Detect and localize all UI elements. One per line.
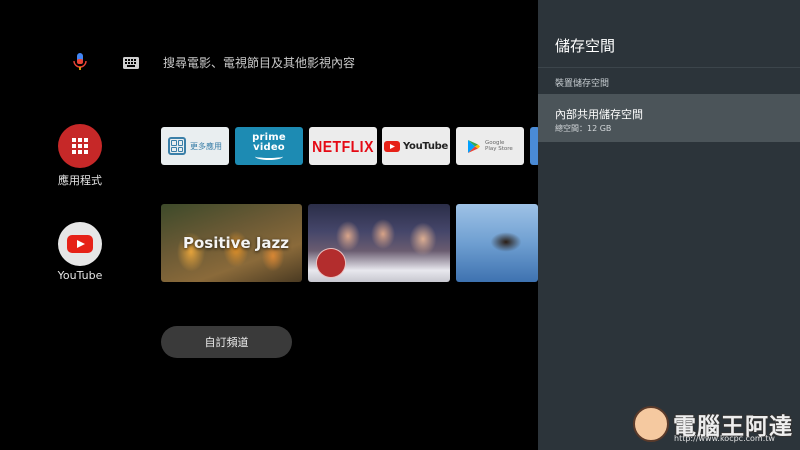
- search-placeholder[interactable]: 搜尋電影、電視節目及其他影視內容: [163, 54, 355, 71]
- internal-storage-title: 內部共用儲存空間: [555, 108, 643, 121]
- watermark-url: http://www.kocpc.com.tw: [674, 434, 775, 443]
- customize-channels-button[interactable]: 自訂頻道: [161, 326, 292, 358]
- prime-video-label: prime video: [252, 131, 286, 153]
- microphone-icon: [73, 53, 87, 70]
- apps-button[interactable]: [58, 124, 102, 168]
- apps-label: 應用程式: [58, 174, 102, 187]
- keyboard-icon: [123, 57, 139, 69]
- show-badge-logo: [312, 244, 350, 282]
- positive-jazz-title: Positive Jazz: [183, 234, 290, 252]
- youtube-label: YouTube: [57, 269, 103, 282]
- prime-smile-icon: [255, 153, 283, 160]
- youtube-play-icon: [67, 235, 93, 253]
- device-storage-section-label: 裝置儲存空間: [555, 79, 610, 89]
- youtube-tile[interactable]: YouTube: [382, 127, 450, 165]
- youtube-tile-label: YouTube: [403, 140, 448, 152]
- more-apps-label: 更多應用: [190, 141, 222, 151]
- prime-video-tile[interactable]: prime video: [235, 127, 303, 165]
- more-apps-icon: [168, 137, 186, 155]
- apps-grid-icon: [72, 138, 88, 154]
- watermark-mascot-icon: [633, 406, 669, 442]
- talent-show-card[interactable]: [308, 204, 450, 282]
- more-apps-tile[interactable]: 更多應用: [161, 127, 229, 165]
- youtube-play-icon: [384, 140, 400, 152]
- voice-search-button[interactable]: [70, 50, 90, 74]
- google-play-label: Google Play Store: [485, 140, 513, 152]
- positive-jazz-card[interactable]: Positive Jazz: [161, 204, 302, 282]
- google-play-tile[interactable]: Google Play Store: [456, 127, 524, 165]
- panel-divider: [538, 67, 800, 68]
- panel-title: 儲存空間: [555, 37, 616, 55]
- keyboard-search-button[interactable]: [122, 55, 140, 69]
- netflix-label: NETFLIX: [312, 136, 374, 156]
- youtube-channel-button[interactable]: [58, 222, 102, 266]
- eagle-video-card[interactable]: [456, 204, 538, 282]
- internal-storage-total: 總空間：12 GB: [555, 124, 612, 133]
- netflix-tile[interactable]: NETFLIX: [309, 127, 377, 165]
- google-play-icon: [468, 139, 480, 153]
